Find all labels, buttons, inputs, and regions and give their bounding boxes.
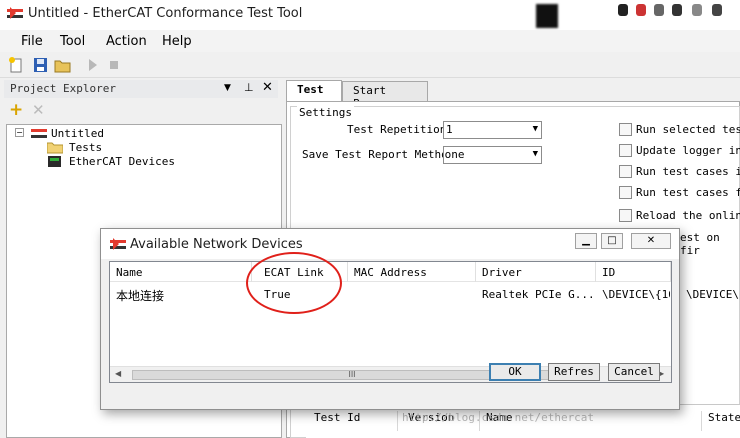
run-test-cases-for-checkbox[interactable] bbox=[619, 186, 632, 199]
report-method-select[interactable]: None ▼ bbox=[443, 146, 542, 164]
test-repetitions-label: Test Repetitions bbox=[347, 123, 453, 136]
close-icon[interactable]: ✕ bbox=[262, 80, 273, 95]
ethercat-app-icon bbox=[110, 238, 126, 250]
close-button[interactable]: ✕ bbox=[631, 233, 671, 249]
run-icon[interactable] bbox=[84, 57, 101, 73]
background-blur bbox=[618, 4, 628, 16]
device-name-cell: 本地连接 bbox=[116, 289, 165, 303]
tab-test[interactable]: Test bbox=[286, 80, 342, 102]
minimize-button[interactable]: ▁ bbox=[575, 233, 597, 249]
checkbox-label: Run test cases for bbox=[636, 186, 740, 199]
tree-item-ethercat-devices[interactable]: EtherCAT Devices bbox=[33, 155, 193, 169]
reload-online-checkbox[interactable] bbox=[619, 209, 632, 222]
scroll-left-icon[interactable]: ◀ bbox=[115, 369, 121, 378]
run-selected-tests-checkbox[interactable] bbox=[619, 123, 632, 136]
report-method-label: Save Test Report Method bbox=[302, 148, 455, 161]
tree-item-root[interactable]: − Untitled bbox=[15, 127, 135, 141]
annotation-highlight-ellipse bbox=[246, 252, 342, 314]
chevron-down-icon: ▼ bbox=[532, 124, 538, 134]
tab-start-page[interactable]: Start Page bbox=[342, 81, 428, 110]
driver-cell: Realtek PCIe G... bbox=[482, 288, 595, 301]
checkbox-label: est on fir bbox=[680, 231, 720, 257]
column-header-id[interactable]: ID bbox=[596, 262, 671, 282]
background-blur bbox=[654, 4, 664, 16]
new-file-icon[interactable] bbox=[8, 57, 25, 73]
dialog-title: Available Network Devices bbox=[130, 237, 303, 252]
checkbox-label: Run selected tests bbox=[636, 123, 740, 136]
cancel-button[interactable]: Cancel bbox=[608, 363, 660, 381]
add-icon[interactable]: + bbox=[9, 100, 23, 120]
project-explorer-toolbar: + ✕ bbox=[4, 100, 278, 122]
menu-file[interactable]: File bbox=[21, 34, 43, 49]
tree-item-label: EtherCAT Devices bbox=[69, 155, 175, 168]
settings-legend: Settings bbox=[297, 106, 354, 119]
window-title: Untitled - EtherCAT Conformance Test Too… bbox=[28, 6, 303, 21]
menu-tool[interactable]: Tool bbox=[60, 34, 85, 49]
pin-icon[interactable]: ⊥ bbox=[244, 81, 254, 94]
background-blur bbox=[672, 4, 682, 16]
watermark: http://blog.csdn.net/ethercat bbox=[402, 411, 595, 424]
column-header-driver[interactable]: Driver bbox=[476, 262, 596, 282]
run-test-cases-in-checkbox[interactable] bbox=[619, 165, 632, 178]
update-logger-checkbox[interactable] bbox=[619, 144, 632, 157]
checkbox-label: Update logger in r bbox=[636, 144, 740, 157]
background-blur bbox=[636, 4, 646, 16]
list-header: Name ECAT Link MAC Address Driver ID bbox=[110, 262, 671, 282]
menu-action[interactable]: Action bbox=[106, 34, 147, 49]
device-id-fragment: \DEVICE\{166 bbox=[686, 288, 740, 301]
dialog-title-bar[interactable]: Available Network Devices ▁ □ ✕ bbox=[101, 229, 679, 259]
toolbar bbox=[0, 52, 740, 78]
test-repetitions-select[interactable]: 1 ▼ bbox=[443, 121, 542, 139]
ok-button[interactable]: OK bbox=[489, 363, 541, 381]
chevron-down-icon: ▼ bbox=[532, 149, 538, 159]
document-tabs: Test Start Page bbox=[286, 80, 740, 110]
maximize-button[interactable]: □ bbox=[601, 233, 623, 249]
list-row[interactable]: 本地连接 True Realtek PCIe G... \DEVICE\{166 bbox=[110, 284, 671, 303]
open-folder-icon[interactable] bbox=[54, 57, 71, 73]
main-title-bar[interactable]: Untitled - EtherCAT Conformance Test Too… bbox=[0, 0, 740, 30]
grid-header-test-id[interactable]: Test Id bbox=[308, 411, 398, 431]
device-icon bbox=[48, 156, 61, 167]
project-explorer-title: Project Explorer bbox=[10, 82, 116, 95]
checkbox-label: Run test cases in bbox=[636, 165, 740, 178]
ethercat-app-icon bbox=[7, 7, 23, 19]
collapse-icon[interactable]: − bbox=[15, 128, 24, 137]
column-header-name[interactable]: Name bbox=[110, 262, 252, 282]
available-network-devices-dialog: Available Network Devices ▁ □ ✕ Name ECA… bbox=[100, 228, 680, 410]
device-id-cell: \DEVICE\{166 bbox=[602, 288, 670, 301]
refresh-button[interactable]: Refres bbox=[548, 363, 600, 381]
delete-icon[interactable]: ✕ bbox=[32, 101, 45, 119]
save-icon[interactable] bbox=[32, 57, 49, 73]
tree-item-label: Untitled bbox=[51, 127, 104, 140]
stop-icon[interactable] bbox=[106, 57, 123, 73]
tree-item-label: Tests bbox=[69, 141, 103, 154]
tree-item-tests[interactable]: Tests bbox=[33, 141, 153, 155]
background-blur bbox=[692, 4, 702, 16]
background-blur bbox=[536, 4, 558, 28]
checkbox-label: Reload the online bbox=[636, 209, 740, 222]
project-explorer-header: Project Explorer ▼ ⊥ ✕ bbox=[4, 80, 278, 98]
column-header-mac-address[interactable]: MAC Address bbox=[348, 262, 476, 282]
grid-header-state[interactable]: State bbox=[702, 411, 740, 431]
background-blur bbox=[712, 4, 722, 16]
ethercat-project-icon bbox=[31, 129, 47, 138]
menu-help[interactable]: Help bbox=[162, 34, 192, 49]
folder-icon bbox=[47, 142, 63, 154]
menu-bar: File Tool Action Help bbox=[0, 30, 740, 52]
dropdown-arrow-icon[interactable]: ▼ bbox=[224, 83, 231, 93]
